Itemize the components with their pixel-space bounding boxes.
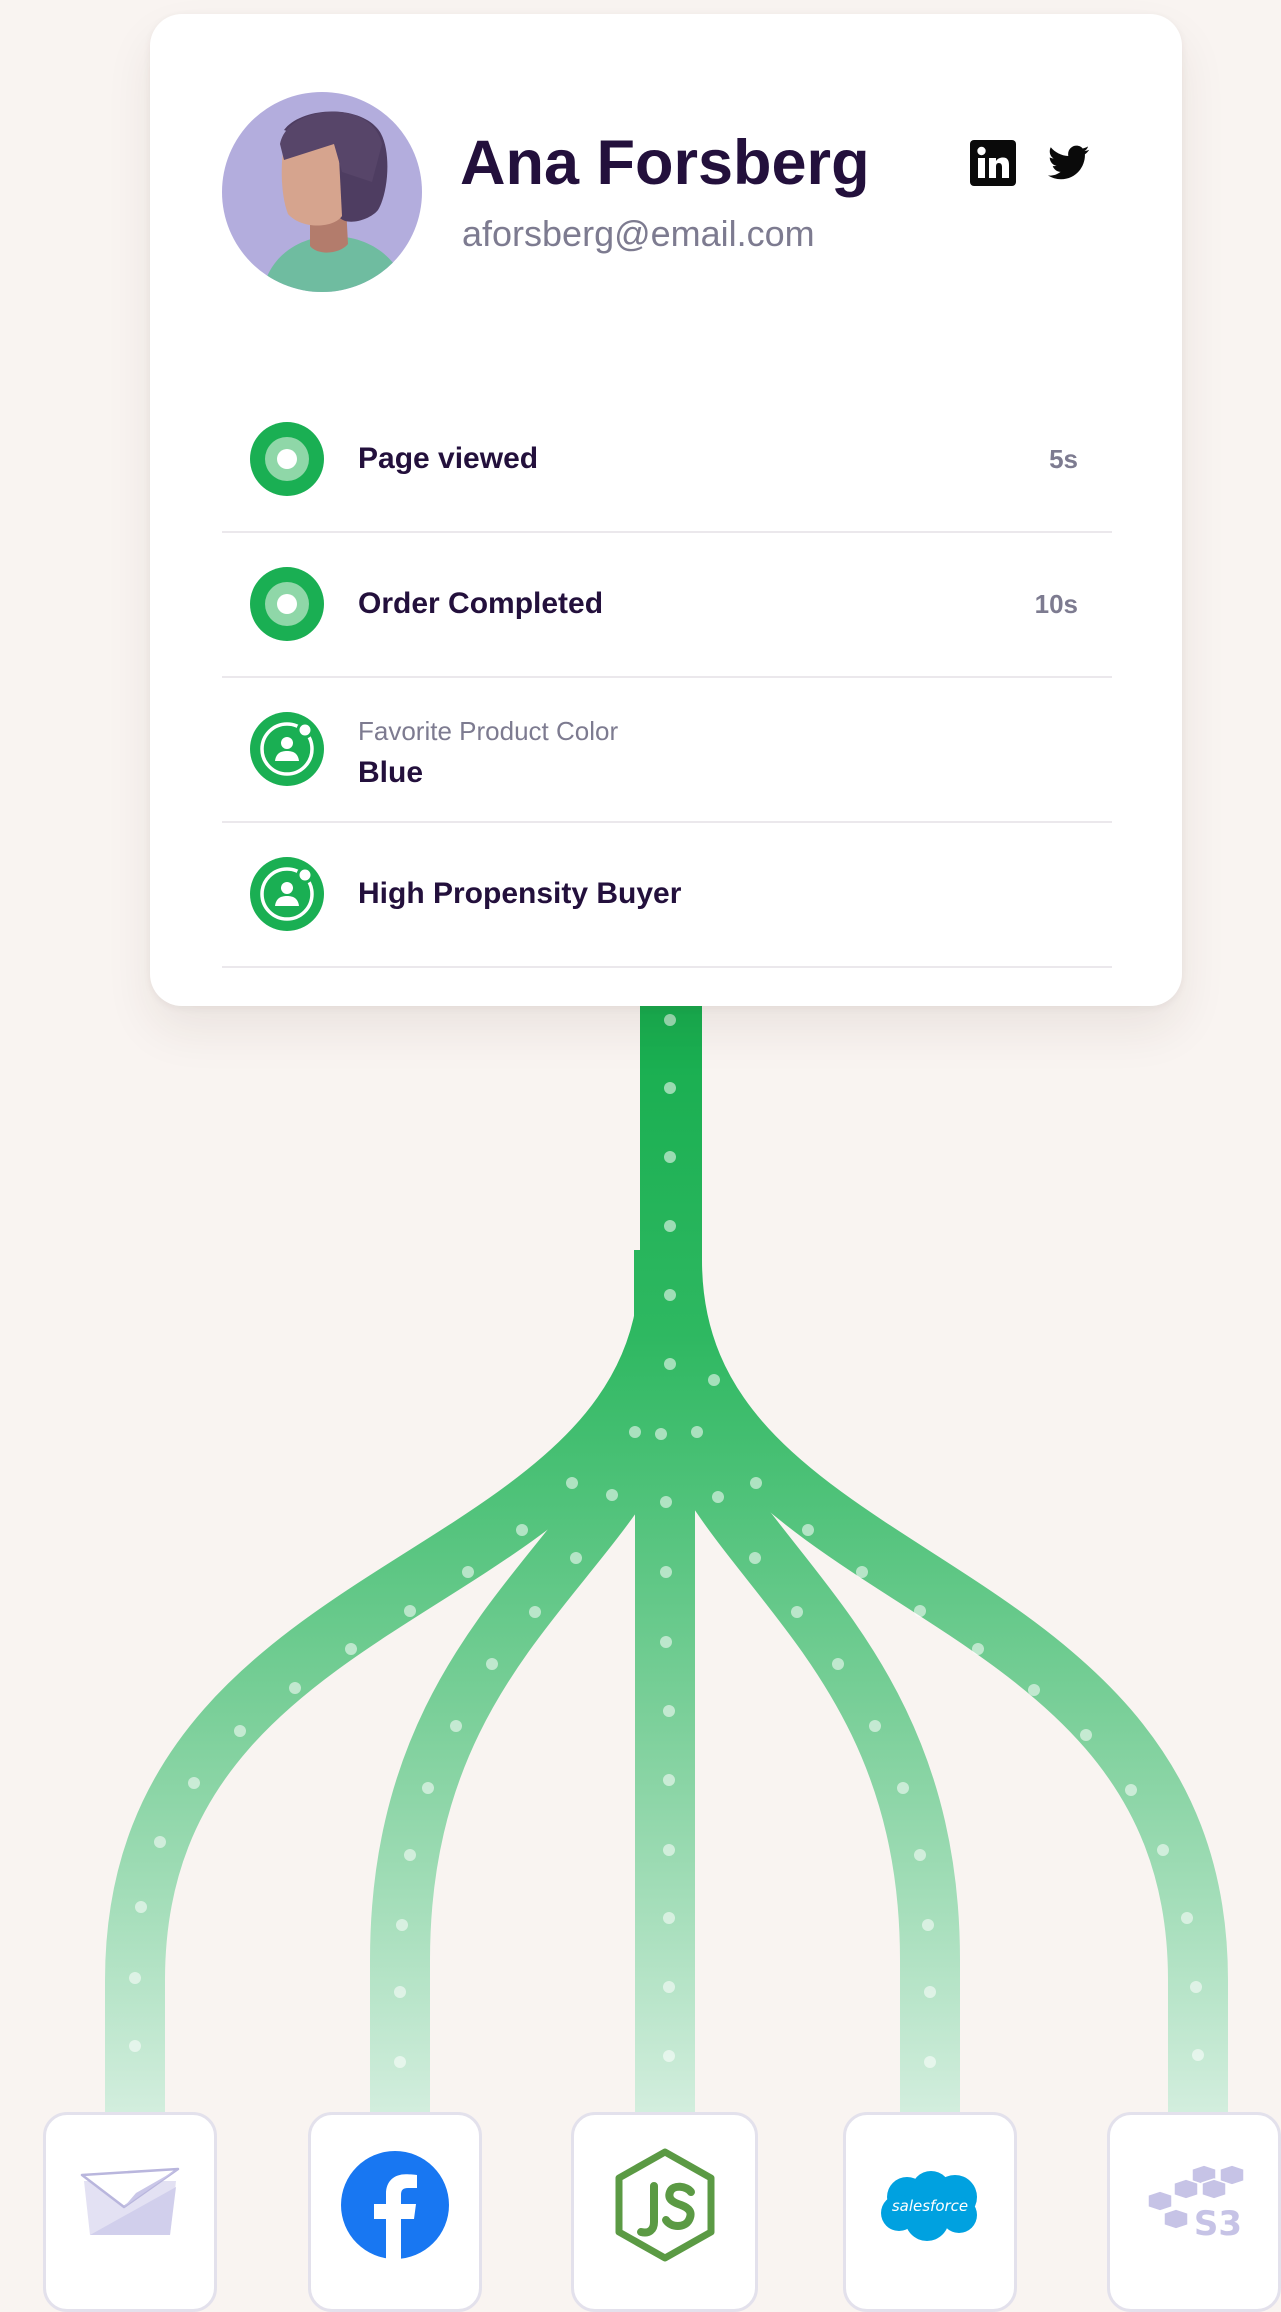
facebook-icon bbox=[341, 2151, 449, 2259]
avatar bbox=[222, 92, 422, 292]
user-trait-icon bbox=[250, 857, 324, 931]
linkedin-icon[interactable] bbox=[970, 140, 1016, 186]
event-title: Page viewed bbox=[358, 442, 539, 475]
event-title: Order Completed bbox=[358, 587, 604, 620]
profile-name: Ana Forsberg bbox=[460, 128, 870, 198]
twitter-icon[interactable] bbox=[1048, 144, 1090, 182]
event-row[interactable]: Favorite Product Color Blue bbox=[222, 678, 1112, 823]
event-time: 5s bbox=[1049, 444, 1078, 474]
destination-email[interactable] bbox=[43, 2112, 217, 2312]
event-dot-icon bbox=[250, 422, 324, 496]
profile-email: aforsberg@email.com bbox=[462, 213, 815, 254]
destination-s3[interactable]: S3 bbox=[1107, 2112, 1281, 2312]
event-row[interactable]: Page viewed 5s bbox=[222, 388, 1112, 533]
salesforce-icon: salesforce bbox=[881, 2171, 977, 2241]
event-title: High Propensity Buyer bbox=[358, 877, 682, 910]
salesforce-logo-text: salesforce bbox=[892, 2197, 968, 2215]
event-time: 10s bbox=[1034, 589, 1078, 619]
destination-facebook[interactable] bbox=[308, 2112, 482, 2312]
event-dot-icon bbox=[250, 567, 324, 641]
email-icon bbox=[80, 2167, 180, 2235]
destination-nodejs[interactable] bbox=[571, 2112, 758, 2312]
trait-label: Favorite Product Color bbox=[358, 716, 619, 746]
profile-card: Ana Forsberg aforsberg@email.com Page vi… bbox=[150, 14, 1182, 1006]
event-list: Page viewed 5s Order Completed 10s Favor… bbox=[222, 388, 1112, 968]
nodejs-icon bbox=[615, 2148, 714, 2262]
s3-logo-text: S3 bbox=[1194, 2204, 1242, 2244]
trait-value: Blue bbox=[358, 756, 424, 789]
user-trait-icon bbox=[250, 712, 324, 786]
destination-salesforce[interactable]: salesforce bbox=[843, 2112, 1017, 2312]
event-row[interactable]: Order Completed 10s bbox=[222, 533, 1112, 678]
s3-icon: S3 bbox=[1147, 2165, 1244, 2244]
event-row[interactable]: High Propensity Buyer bbox=[222, 823, 1112, 968]
